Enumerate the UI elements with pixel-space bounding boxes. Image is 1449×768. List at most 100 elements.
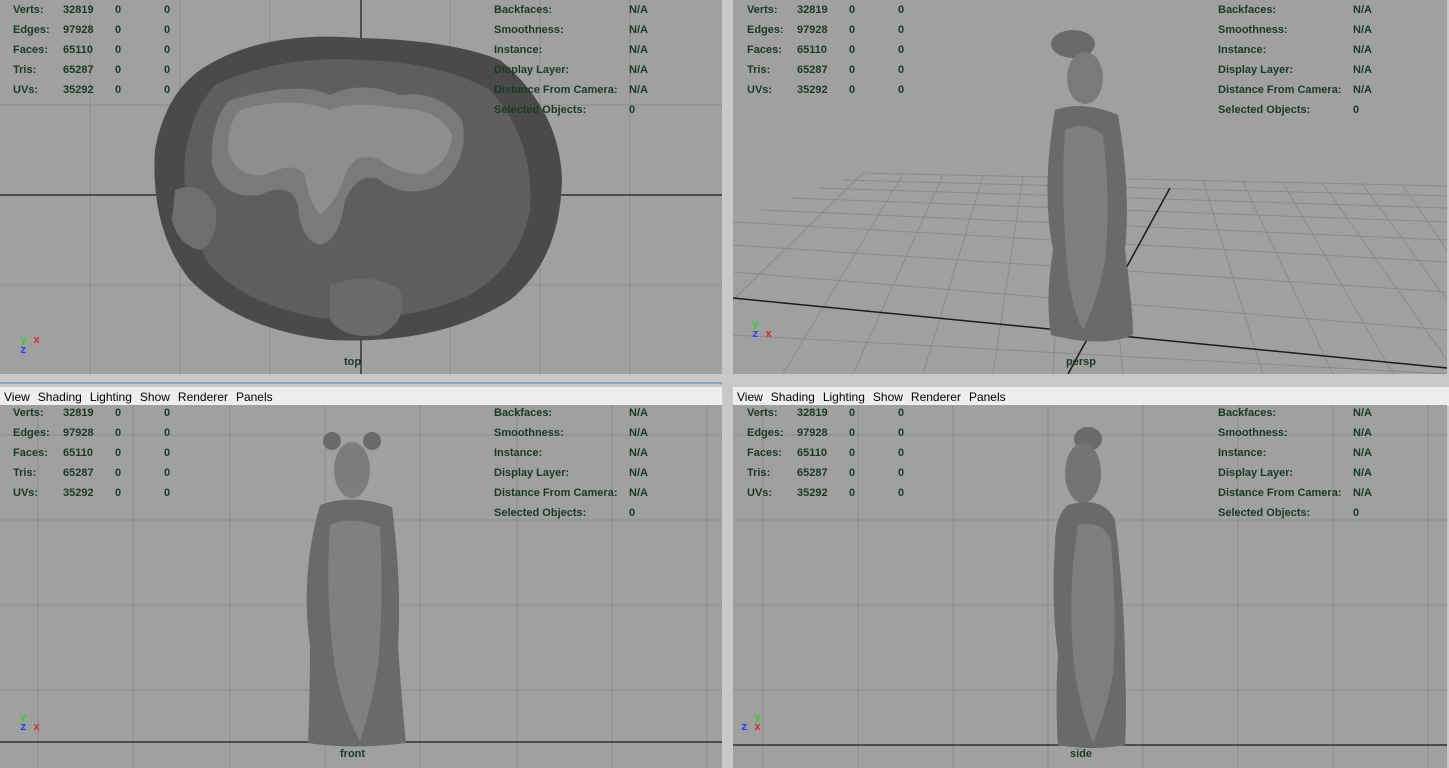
viewport-front[interactable]: Verts: 32819 0 0 Edges: 97928 0 0 Faces: 65110 0… bbox=[0, 405, 722, 768]
tris-label: Tris: bbox=[747, 64, 771, 76]
menu-lighting[interactable]: Lighting bbox=[86, 390, 136, 404]
verts-uv: 0 bbox=[898, 407, 905, 419]
faces-uv: 0 bbox=[164, 447, 171, 459]
statue-persp-mesh[interactable] bbox=[1047, 30, 1133, 342]
selected-objects-label: Selected Objects: bbox=[1218, 507, 1311, 519]
smoothness-value: N/A bbox=[1353, 24, 1372, 36]
edges-value: 97928 bbox=[797, 24, 828, 36]
instance-label: Instance: bbox=[494, 447, 543, 459]
verts-value: 32819 bbox=[63, 4, 94, 16]
faces-uv: 0 bbox=[898, 44, 905, 56]
verts-uv: 0 bbox=[164, 4, 171, 16]
menu-view[interactable]: View bbox=[733, 390, 767, 404]
verts-selected: 0 bbox=[849, 4, 856, 16]
axis-z-icon: z bbox=[20, 345, 27, 357]
faces-uv: 0 bbox=[164, 44, 171, 56]
menu-renderer[interactable]: Renderer bbox=[174, 390, 232, 404]
distance-value: N/A bbox=[1353, 84, 1372, 96]
menu-renderer[interactable]: Renderer bbox=[907, 390, 965, 404]
distance-value: N/A bbox=[629, 487, 648, 499]
statue-side-mesh[interactable] bbox=[1053, 427, 1126, 748]
axis-x-icon: x bbox=[765, 329, 772, 341]
faces-label: Faces: bbox=[747, 44, 782, 56]
menu-show[interactable]: Show bbox=[136, 390, 174, 404]
smoothness-label: Smoothness: bbox=[1218, 24, 1288, 36]
tris-selected: 0 bbox=[849, 64, 856, 76]
viewport-side[interactable]: Verts: 32819 0 0 Edges: 97928 0 0 Faces: 65110 0… bbox=[733, 405, 1447, 768]
faces-value: 65110 bbox=[63, 447, 93, 459]
verts-label: Verts: bbox=[13, 407, 44, 419]
faces-value: 65110 bbox=[797, 44, 827, 56]
smoothness-value: N/A bbox=[629, 427, 648, 439]
viewport-pane-persp: Verts: 32819 0 0 Edges: 97928 0 0 Faces: 65110 0… bbox=[733, 0, 1449, 376]
edges-selected: 0 bbox=[849, 427, 856, 439]
faces-value: 65110 bbox=[63, 44, 93, 56]
display-layer-value: N/A bbox=[629, 467, 648, 479]
view-axis-gizmo: y z x bbox=[741, 713, 761, 734]
uvs-label: UVs: bbox=[747, 84, 773, 96]
poly-count-hud: Verts: 32819 0 0 Edges: 97928 0 0 Faces: 65110 0… bbox=[13, 0, 213, 100]
faces-selected: 0 bbox=[849, 44, 856, 56]
distance-label: Distance From Camera: bbox=[494, 84, 618, 96]
menu-view[interactable]: View bbox=[0, 390, 34, 404]
verts-uv: 0 bbox=[164, 407, 171, 419]
smoothness-value: N/A bbox=[629, 24, 648, 36]
edges-value: 97928 bbox=[63, 427, 94, 439]
smoothness-label: Smoothness: bbox=[1218, 427, 1288, 439]
display-layer-label: Display Layer: bbox=[1218, 467, 1294, 479]
verts-label: Verts: bbox=[13, 4, 44, 16]
uvs-value: 35292 bbox=[797, 84, 828, 96]
edges-uv: 0 bbox=[164, 427, 171, 439]
view-axis-gizmo: y z x bbox=[752, 320, 772, 341]
viewport-persp[interactable]: Verts: 32819 0 0 Edges: 97928 0 0 Faces: 65110 0… bbox=[733, 0, 1447, 374]
display-layer-value: N/A bbox=[629, 64, 648, 76]
display-layer-value: N/A bbox=[1353, 467, 1372, 479]
tris-label: Tris: bbox=[13, 467, 37, 479]
selected-objects-value: 0 bbox=[629, 507, 636, 519]
selected-objects-value: 0 bbox=[629, 104, 636, 116]
distance-value: N/A bbox=[1353, 487, 1372, 499]
backfaces-value: N/A bbox=[629, 4, 648, 16]
instance-label: Instance: bbox=[494, 44, 543, 56]
backfaces-value: N/A bbox=[1353, 4, 1372, 16]
view-axis-gizmo: y z x bbox=[20, 713, 40, 734]
faces-label: Faces: bbox=[13, 44, 48, 56]
tris-label: Tris: bbox=[13, 64, 37, 76]
selected-objects-value: 0 bbox=[1353, 104, 1360, 116]
menu-panels[interactable]: Panels bbox=[965, 390, 1010, 404]
active-panel-highlight bbox=[0, 382, 722, 384]
viewport-pane-top: Verts: 32819 0 0 Edges: 97928 0 0 Faces: 65110 0… bbox=[0, 0, 722, 376]
menu-lighting[interactable]: Lighting bbox=[819, 390, 869, 404]
smoothness-value: N/A bbox=[1353, 427, 1372, 439]
distance-label: Distance From Camera: bbox=[1218, 84, 1342, 96]
edges-value: 97928 bbox=[797, 427, 828, 439]
viewport-top[interactable]: Verts: 32819 0 0 Edges: 97928 0 0 Faces: 65110 0… bbox=[0, 0, 722, 374]
tris-value: 65287 bbox=[63, 64, 94, 76]
object-details-hud-front: Backfaces: N/A Smoothness: N/A Instance: N/… bbox=[494, 405, 714, 523]
axis-z-icon: z bbox=[741, 722, 748, 734]
selected-objects-label: Selected Objects: bbox=[494, 104, 587, 116]
verts-selected: 0 bbox=[115, 407, 122, 419]
tris-label: Tris: bbox=[747, 467, 771, 479]
menu-show[interactable]: Show bbox=[869, 390, 907, 404]
verts-value: 32819 bbox=[797, 407, 828, 419]
faces-value: 65110 bbox=[797, 447, 827, 459]
faces-label: Faces: bbox=[747, 447, 782, 459]
menu-shading[interactable]: Shading bbox=[34, 390, 86, 404]
selected-objects-label: Selected Objects: bbox=[1218, 104, 1311, 116]
backfaces-value: N/A bbox=[1353, 407, 1372, 419]
distance-label: Distance From Camera: bbox=[494, 487, 618, 499]
tris-selected: 0 bbox=[115, 467, 122, 479]
smoothness-label: Smoothness: bbox=[494, 24, 564, 36]
edges-uv: 0 bbox=[898, 24, 905, 36]
uvs-value: 35292 bbox=[63, 84, 94, 96]
statue-front-mesh[interactable] bbox=[306, 432, 406, 747]
edges-selected: 0 bbox=[115, 427, 122, 439]
poly-count-hud-side: Verts: 32819 0 0 Edges: 97928 0 0 Faces: 65110 0… bbox=[747, 405, 947, 503]
menu-panels[interactable]: Panels bbox=[232, 390, 277, 404]
menu-shading[interactable]: Shading bbox=[767, 390, 819, 404]
edges-label: Edges: bbox=[13, 427, 50, 439]
tris-value: 65287 bbox=[797, 64, 828, 76]
verts-selected: 0 bbox=[115, 4, 122, 16]
instance-value: N/A bbox=[1353, 447, 1372, 459]
